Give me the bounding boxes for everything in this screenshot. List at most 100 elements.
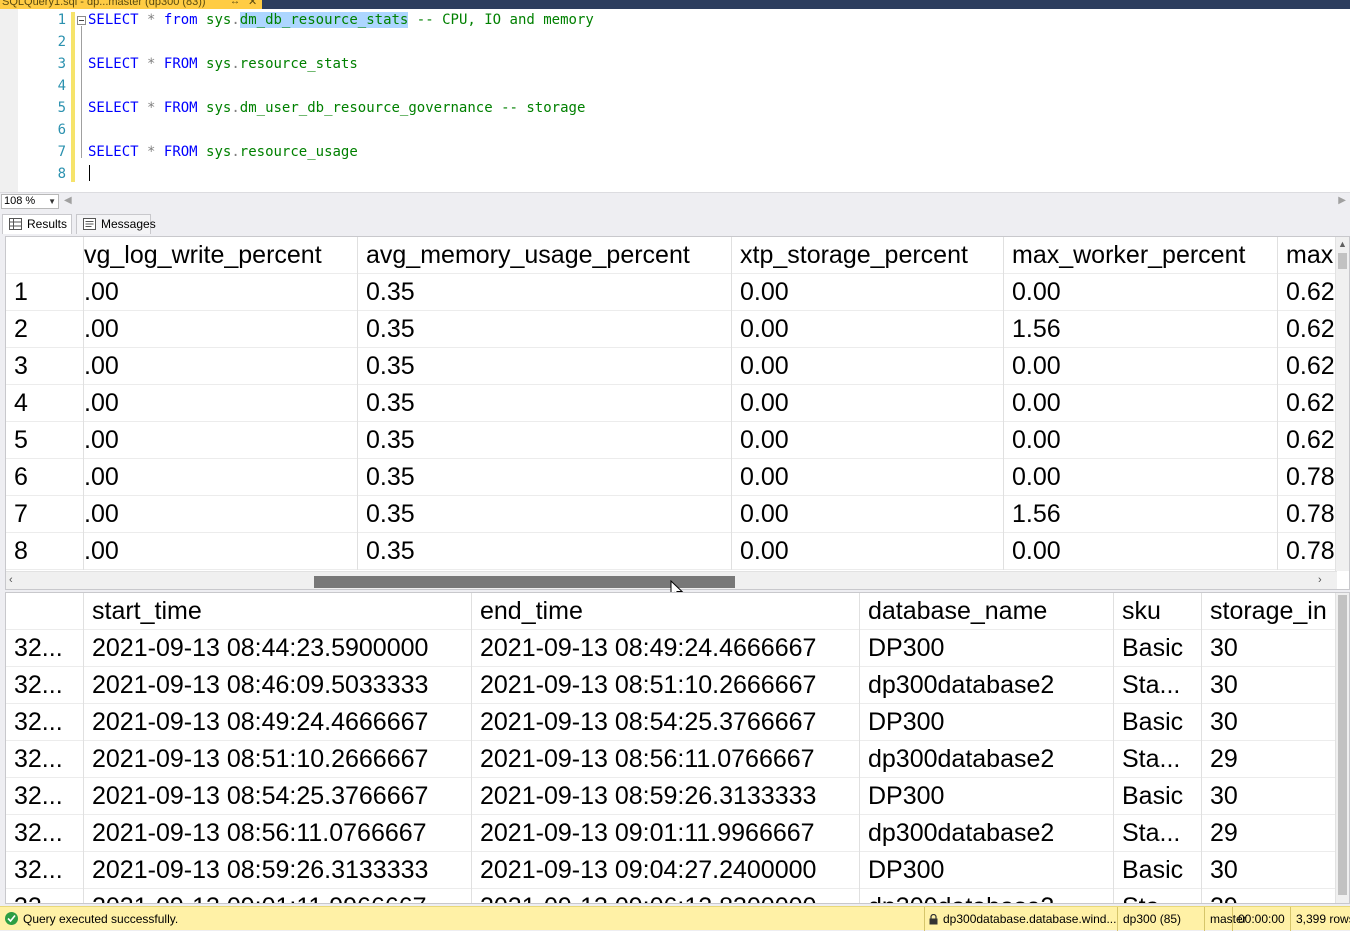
table-cell[interactable]: 30 <box>1202 630 1338 667</box>
table-cell[interactable]: 0.62 <box>1278 274 1338 311</box>
table-cell[interactable]: 0.35 <box>358 274 732 311</box>
pin-icon[interactable]: ↔ <box>230 0 240 7</box>
table-cell[interactable]: 0.62 <box>1278 422 1338 459</box>
table-cell[interactable]: 0.00 <box>1004 274 1278 311</box>
row-number[interactable]: 32... <box>6 630 84 667</box>
table-cell[interactable]: 0.35 <box>358 348 732 385</box>
row-number[interactable]: 7 <box>6 496 84 533</box>
table-row[interactable]: 2 .00 0.35 0.00 1.56 0.62 <box>6 311 1349 348</box>
row-number[interactable]: 32... <box>6 889 84 903</box>
table-row[interactable]: 1 .00 0.35 0.00 0.00 0.62 <box>6 274 1349 311</box>
table-cell[interactable]: 2021-09-13 08:54:25.3766667 <box>472 704 860 741</box>
row-number[interactable]: 5 <box>6 422 84 459</box>
code-text[interactable]: SELECT * from sys.dm_db_resource_stats -… <box>88 9 594 31</box>
result-grid-1[interactable]: vg_log_write_percent avg_memory_usage_pe… <box>5 236 1350 590</box>
column-header[interactable]: max <box>1278 237 1338 274</box>
table-cell[interactable]: 0.35 <box>358 311 732 348</box>
table-cell[interactable]: 0.62 <box>1278 311 1338 348</box>
table-cell[interactable]: 0.35 <box>358 422 732 459</box>
table-row[interactable]: 3 .00 0.35 0.00 0.00 0.62 <box>6 348 1349 385</box>
row-number[interactable]: 4 <box>6 385 84 422</box>
table-cell[interactable]: 0.00 <box>732 311 1004 348</box>
table-cell[interactable]: .00 <box>84 422 358 459</box>
column-header[interactable] <box>6 237 84 274</box>
table-cell[interactable]: 29 <box>1202 889 1338 903</box>
column-header[interactable]: database_name <box>860 593 1114 630</box>
table-cell[interactable]: Sta... <box>1114 889 1202 903</box>
table-cell[interactable]: DP300 <box>860 852 1114 889</box>
column-header[interactable]: max_worker_percent <box>1004 237 1278 274</box>
scroll-left-icon[interactable]: ◀ <box>64 195 72 206</box>
table-row[interactable]: 32... 2021-09-13 08:51:10.2666667 2021-0… <box>6 741 1349 778</box>
row-number[interactable]: 2 <box>6 311 84 348</box>
table-cell[interactable]: 0.35 <box>358 459 732 496</box>
row-number[interactable]: 1 <box>6 274 84 311</box>
table-cell[interactable]: dp300database2 <box>860 667 1114 704</box>
table-cell[interactable]: Basic <box>1114 704 1202 741</box>
vertical-scrollbar[interactable] <box>1335 593 1349 903</box>
table-cell[interactable]: Sta... <box>1114 741 1202 778</box>
table-cell[interactable]: 1.56 <box>1004 311 1278 348</box>
scroll-left-icon[interactable]: ‹ <box>9 574 13 586</box>
column-header[interactable] <box>6 593 84 630</box>
table-cell[interactable]: Basic <box>1114 852 1202 889</box>
table-cell[interactable]: 0.00 <box>1004 348 1278 385</box>
table-row[interactable]: 32... 2021-09-13 08:54:25.3766667 2021-0… <box>6 778 1349 815</box>
column-header[interactable]: avg_memory_usage_percent <box>358 237 732 274</box>
document-tab[interactable]: SQLQuery1.sql - dp...master (dp300 (83))… <box>0 0 262 9</box>
table-cell[interactable]: 0.00 <box>1004 459 1278 496</box>
table-cell[interactable]: 2021-09-13 08:51:10.2666667 <box>84 741 472 778</box>
column-header[interactable]: sku <box>1114 593 1202 630</box>
row-number[interactable]: 8 <box>6 533 84 570</box>
table-row[interactable]: 4 .00 0.35 0.00 0.00 0.62 <box>6 385 1349 422</box>
tab-messages[interactable]: Messages <box>76 214 156 234</box>
table-cell[interactable]: 0.78 <box>1278 459 1338 496</box>
table-cell[interactable]: 2021-09-13 08:56:11.0766667 <box>472 741 860 778</box>
table-cell[interactable]: 0.62 <box>1278 385 1338 422</box>
row-number[interactable]: 32... <box>6 778 84 815</box>
table-cell[interactable]: 2021-09-13 08:59:26.3133333 <box>472 778 860 815</box>
table-cell[interactable]: DP300 <box>860 704 1114 741</box>
table-cell[interactable]: 0.00 <box>1004 385 1278 422</box>
table-cell[interactable]: 2021-09-13 08:49:24.4666667 <box>84 704 472 741</box>
table-cell[interactable]: Sta... <box>1114 667 1202 704</box>
scrollbar-thumb[interactable] <box>1338 595 1347 895</box>
table-row[interactable]: 6 .00 0.35 0.00 0.00 0.78 <box>6 459 1349 496</box>
table-cell[interactable]: 2021-09-13 08:59:26.3133333 <box>84 852 472 889</box>
table-cell[interactable]: 30 <box>1202 704 1338 741</box>
table-row[interactable]: 32... 2021-09-13 08:56:11.0766667 2021-0… <box>6 815 1349 852</box>
column-header[interactable]: vg_log_write_percent <box>84 237 358 274</box>
table-row[interactable]: 32... 2021-09-13 08:49:24.4666667 2021-0… <box>6 704 1349 741</box>
table-cell[interactable]: 2021-09-13 09:06:12.8300000 <box>472 889 860 903</box>
table-cell[interactable]: 2021-09-13 08:46:09.5033333 <box>84 667 472 704</box>
table-cell[interactable]: 0.00 <box>732 385 1004 422</box>
code-text[interactable]: SELECT * FROM sys.resource_usage <box>88 141 358 163</box>
table-cell[interactable]: 0.78 <box>1278 496 1338 533</box>
table-cell[interactable]: .00 <box>84 496 358 533</box>
table-cell[interactable]: .00 <box>84 533 358 570</box>
query-editor[interactable]: 1 SELECT * from sys.dm_db_resource_stats… <box>0 9 1350 192</box>
column-header[interactable]: xtp_storage_percent <box>732 237 1004 274</box>
table-cell[interactable]: 30 <box>1202 667 1338 704</box>
table-cell[interactable]: Basic <box>1114 630 1202 667</box>
table-cell[interactable]: 0.00 <box>732 533 1004 570</box>
table-cell[interactable]: 0.00 <box>1004 533 1278 570</box>
table-cell[interactable]: dp300database2 <box>860 889 1114 903</box>
table-cell[interactable]: 2021-09-13 08:56:11.0766667 <box>84 815 472 852</box>
row-number[interactable]: 32... <box>6 815 84 852</box>
table-cell[interactable]: 2021-09-13 08:51:10.2666667 <box>472 667 860 704</box>
table-cell[interactable]: 30 <box>1202 852 1338 889</box>
table-cell[interactable]: 2021-09-13 08:49:24.4666667 <box>472 630 860 667</box>
table-cell[interactable]: Basic <box>1114 778 1202 815</box>
table-row[interactable]: 32... 2021-09-13 08:46:09.5033333 2021-0… <box>6 667 1349 704</box>
column-header[interactable]: start_time <box>84 593 472 630</box>
scrollbar-thumb[interactable] <box>1338 253 1347 269</box>
zoom-select[interactable]: 108 % ▼ <box>1 194 59 209</box>
table-cell[interactable]: dp300database2 <box>860 815 1114 852</box>
table-cell[interactable]: 29 <box>1202 815 1338 852</box>
table-cell[interactable]: .00 <box>84 348 358 385</box>
table-cell[interactable]: 0.00 <box>732 422 1004 459</box>
scroll-right-icon[interactable]: › <box>1318 574 1322 586</box>
code-text[interactable]: SELECT * FROM sys.resource_stats <box>88 53 358 75</box>
table-cell[interactable]: 2021-09-13 09:01:11.9966667 <box>472 815 860 852</box>
